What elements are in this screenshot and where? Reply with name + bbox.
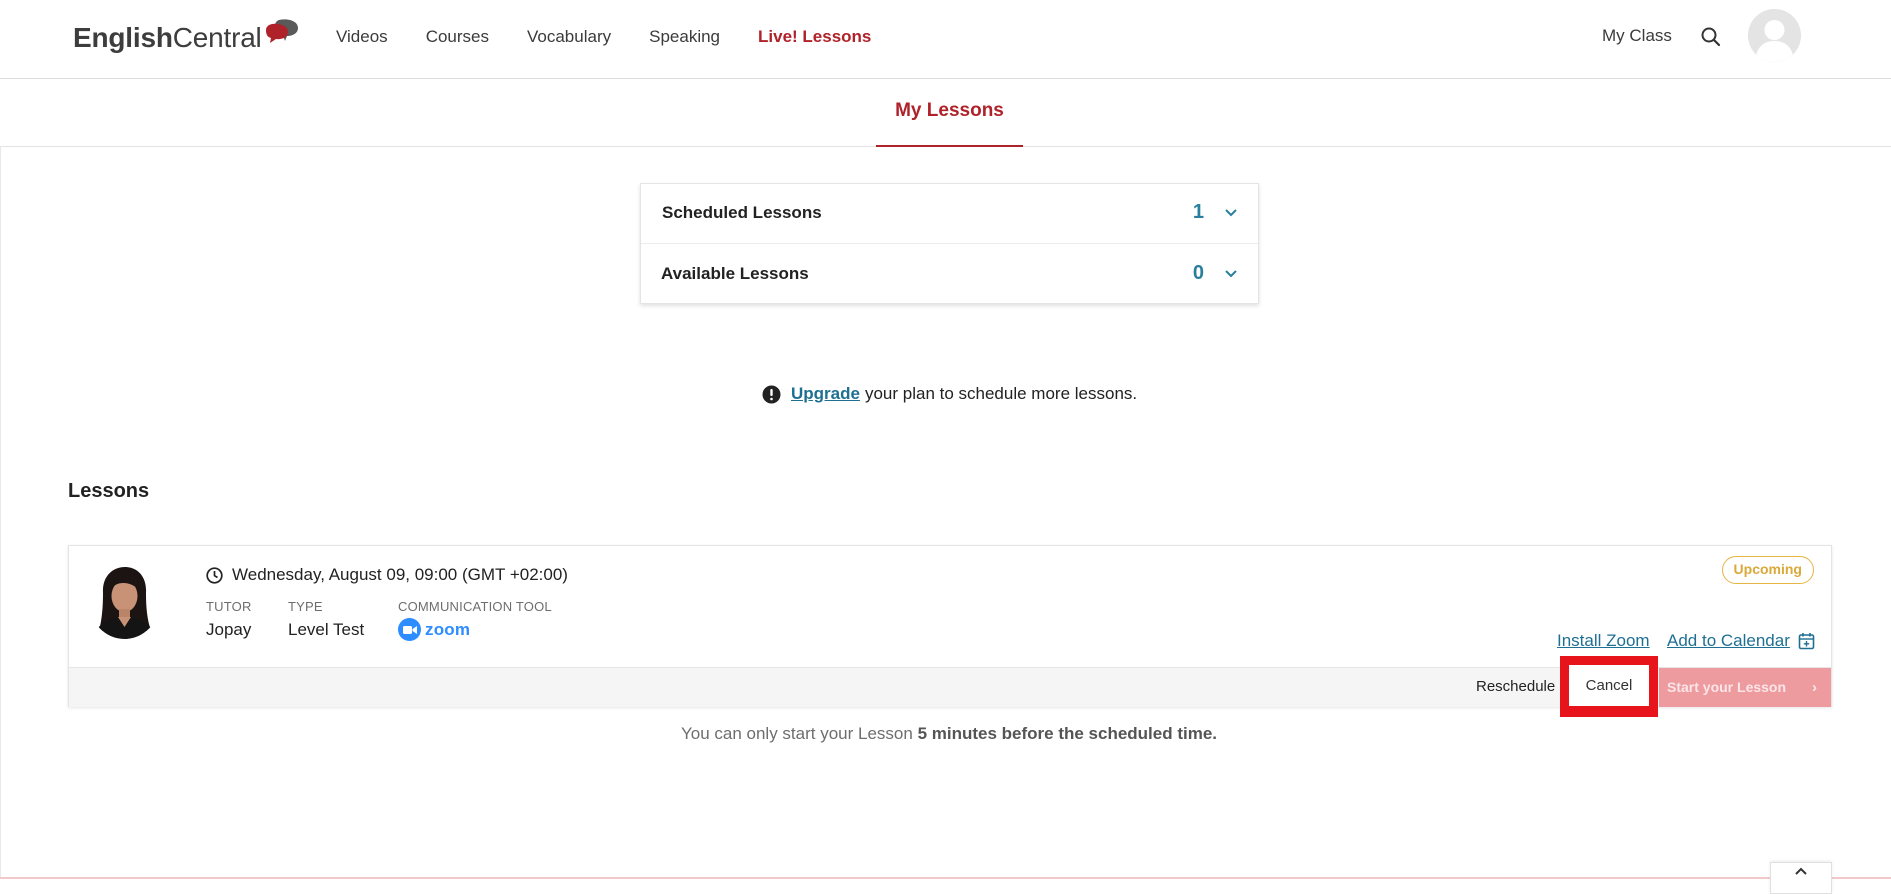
reschedule-button[interactable]: Reschedule [1476, 678, 1555, 695]
lesson-type-info: TYPE Level Test [288, 599, 364, 640]
start-lesson-label: Start your Lesson [1667, 679, 1787, 695]
cancel-button[interactable]: Cancel [1569, 665, 1649, 706]
type-label: TYPE [288, 599, 323, 614]
top-header: EnglishCentral Videos Courses Vocabulary… [0, 0, 1891, 79]
nav-courses[interactable]: Courses [426, 27, 489, 47]
available-lessons-label: Available Lessons [661, 264, 809, 283]
tutor-name: Jopay [206, 620, 252, 639]
englishcentral-logo[interactable]: EnglishCentral [73, 18, 304, 58]
nav-videos[interactable]: Videos [336, 27, 388, 47]
scroll-to-top-button[interactable] [1770, 862, 1832, 894]
page-left-border [0, 146, 1, 879]
upgrade-notice-text: your plan to schedule more lessons. [864, 384, 1138, 403]
tutor-label: TUTOR [206, 599, 252, 614]
lessons-heading: Lessons [68, 480, 150, 502]
zoom-camera-icon [398, 618, 421, 641]
lessons-summary-panel: Scheduled Lessons 1 Available Lessons 0 [640, 183, 1259, 304]
install-zoom-link[interactable]: Install Zoom [1557, 631, 1650, 651]
footnote-text: You can only start your Lesson [680, 724, 913, 743]
lesson-action-bar: Reschedule Cancel Start your Lesson › [69, 656, 1831, 717]
chevron-up-icon [1795, 867, 1807, 875]
chat-bubbles-logo-icon [264, 18, 304, 52]
zoom-wordmark: zoom [425, 619, 471, 639]
scheduled-lessons-row[interactable]: Scheduled Lessons 1 [641, 184, 1258, 244]
main-nav: Videos Courses Vocabulary Speaking Live!… [336, 0, 909, 74]
lesson-datetime: Wednesday, August 09, 09:00 (GMT +02:00) [206, 565, 568, 585]
zoom-logo: zoom [398, 618, 552, 641]
alert-circle-icon [762, 385, 781, 404]
logo-text-central: Central [172, 22, 262, 53]
my-class-link[interactable]: My Class [1602, 26, 1672, 46]
lesson-datetime-text: Wednesday, August 09, 09:00 (GMT +02:00) [232, 565, 568, 584]
lesson-type-value: Level Test [288, 620, 365, 639]
start-time-footnote: You can only start your Lesson 5 minutes… [0, 724, 1891, 744]
chevron-right-icon: › [1812, 679, 1817, 696]
start-lesson-button[interactable]: Start your Lesson › [1659, 668, 1831, 707]
footnote-bold-text: 5 minutes before the scheduled time. [917, 724, 1218, 743]
communication-tool-info: COMMUNICATION TOOL zoom [398, 599, 552, 641]
upgrade-link[interactable]: Upgrade [791, 384, 860, 404]
calendar-add-icon[interactable] [1798, 632, 1815, 650]
tutor-info: TUTOR Jopay [206, 599, 252, 640]
scheduled-lessons-label: Scheduled Lessons [662, 203, 822, 222]
add-to-calendar-link[interactable]: Add to Calendar [1667, 631, 1790, 651]
chevron-down-icon[interactable] [1224, 206, 1238, 220]
tab-my-lessons[interactable]: My Lessons [876, 79, 1023, 147]
available-lessons-count: 0 [1192, 262, 1204, 284]
clock-icon [206, 566, 223, 584]
search-icon[interactable] [1700, 26, 1722, 48]
lessons-subtabs: My Lessons [0, 79, 1891, 147]
tutor-avatar [89, 563, 160, 639]
communication-tool-label: COMMUNICATION TOOL [398, 599, 552, 614]
available-lessons-row[interactable]: Available Lessons 0 [641, 244, 1258, 303]
nav-vocabulary[interactable]: Vocabulary [527, 27, 611, 47]
scheduled-lessons-count: 1 [1192, 201, 1204, 223]
nav-speaking[interactable]: Speaking [649, 27, 720, 47]
user-avatar-icon[interactable] [1748, 9, 1801, 62]
upgrade-notice: Upgrade your plan to schedule more lesso… [762, 382, 1137, 406]
logo-text-english: English [73, 22, 173, 53]
lesson-card: Wednesday, August 09, 09:00 (GMT +02:00)… [68, 545, 1832, 717]
status-badge: Upcoming [1721, 556, 1814, 584]
nav-live-lessons[interactable]: Live! Lessons [758, 27, 871, 47]
chevron-down-icon[interactable] [1224, 267, 1238, 281]
